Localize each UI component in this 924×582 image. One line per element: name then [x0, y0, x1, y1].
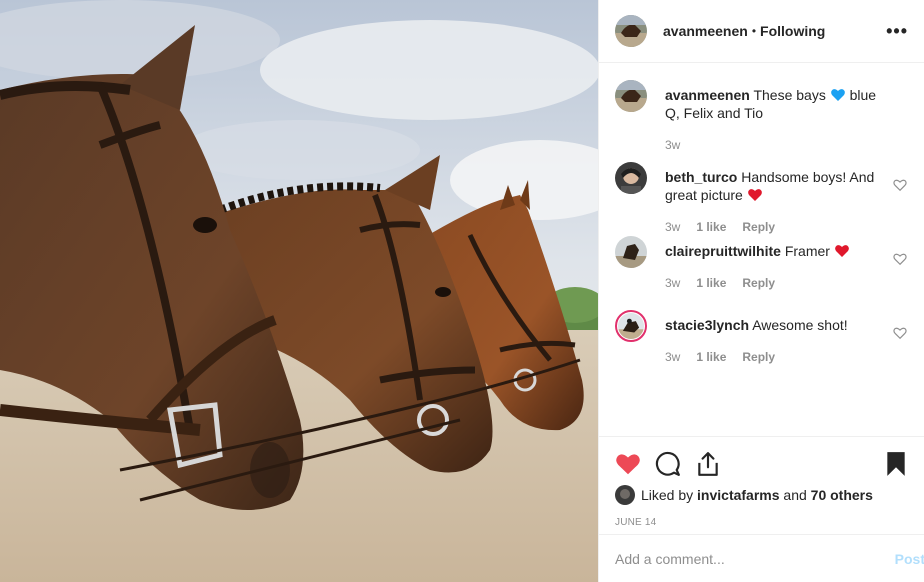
comment-text: clairepruittwilhite Framer: [665, 236, 893, 260]
like-comment-heart-icon[interactable]: [893, 252, 907, 266]
liker-avatar[interactable]: [615, 485, 635, 505]
post-photo[interactable]: [0, 0, 598, 582]
action-icons: [615, 437, 909, 485]
post-comment-button[interactable]: Post: [895, 551, 924, 567]
comment-text: stacie3lynch Awesome shot!: [665, 310, 893, 334]
caption-comment: avanmeenen These bays blue Q, Felix and …: [615, 80, 909, 156]
comment-username[interactable]: stacie3lynch: [665, 317, 749, 333]
comment-likes-count[interactable]: 1 like: [696, 350, 726, 364]
post-date[interactable]: JUNE 14: [615, 517, 909, 528]
reply-button[interactable]: Reply: [742, 350, 775, 364]
liked-by-others[interactable]: 70 others: [811, 487, 873, 503]
liked-by-user[interactable]: invictafarms: [697, 487, 779, 503]
like-comment-heart-icon[interactable]: [893, 178, 907, 192]
caption-text-before: These bays: [753, 87, 826, 103]
comment-item: stacie3lynch Awesome shot! 3w 1 like Rep…: [615, 310, 909, 384]
bookmark-icon[interactable]: [883, 451, 909, 477]
post-author-username[interactable]: avanmeenen: [663, 23, 748, 39]
avatar[interactable]: [615, 310, 647, 342]
more-horizontal-icon[interactable]: •••: [886, 22, 908, 40]
like-comment-heart-icon[interactable]: [893, 326, 907, 340]
post-header: avanmeenen • Following •••: [599, 0, 924, 63]
horses-photo: [0, 0, 598, 582]
comment-time[interactable]: 3w: [665, 220, 680, 234]
blue-heart-icon: [830, 87, 846, 103]
comment-content: Awesome shot!: [752, 317, 848, 333]
comment-meta: 3w 1 like Reply: [665, 220, 893, 234]
comment-meta: 3w: [665, 138, 893, 152]
comment-bubble-icon[interactable]: [655, 451, 681, 477]
avatar[interactable]: [615, 15, 647, 47]
comment-text: avanmeenen These bays blue Q, Felix and …: [665, 80, 893, 122]
comment-username[interactable]: avanmeenen: [665, 87, 750, 103]
add-comment-bar: Post: [599, 534, 924, 582]
comment-item: clairepruittwilhite Framer 3w 1 like Rep…: [615, 236, 909, 310]
liked-by-prefix: Liked by: [641, 487, 694, 503]
comment-meta: 3w 1 like Reply: [665, 350, 893, 364]
red-heart-icon: [834, 243, 850, 259]
comment-likes-count[interactable]: 1 like: [696, 220, 726, 234]
liked-by-and: and: [783, 487, 807, 503]
like-heart-icon[interactable]: [615, 451, 641, 477]
comment-content: Framer: [784, 243, 830, 259]
comment-item: beth_turco Handsome boys! And great pict…: [615, 162, 909, 236]
comment-time[interactable]: 3w: [665, 138, 680, 152]
avatar[interactable]: [615, 162, 647, 194]
comment-username[interactable]: beth_turco: [665, 169, 737, 185]
red-heart-icon: [747, 187, 763, 203]
comments-list: avanmeenen These bays blue Q, Felix and …: [599, 64, 924, 436]
post-side-panel: avanmeenen • Following ••• avanmeenen Th…: [598, 0, 924, 582]
follow-status-button[interactable]: Following: [760, 23, 825, 39]
liked-by-line: Liked by invictafarms and 70 others: [615, 485, 909, 505]
avatar[interactable]: [615, 236, 647, 268]
comment-text: beth_turco Handsome boys! And great pict…: [665, 162, 893, 204]
separator-dot: •: [751, 24, 757, 38]
share-icon[interactable]: [695, 451, 721, 477]
reply-button[interactable]: Reply: [742, 276, 775, 290]
comment-time[interactable]: 3w: [665, 276, 680, 290]
reply-button[interactable]: Reply: [742, 220, 775, 234]
add-comment-input[interactable]: [615, 550, 895, 567]
comment-likes-count[interactable]: 1 like: [696, 276, 726, 290]
post-actions-section: Liked by invictafarms and 70 others JUNE…: [599, 436, 924, 534]
comment-username[interactable]: clairepruittwilhite: [665, 243, 781, 259]
avatar[interactable]: [615, 80, 647, 112]
comment-time[interactable]: 3w: [665, 350, 680, 364]
comment-meta: 3w 1 like Reply: [665, 276, 893, 290]
